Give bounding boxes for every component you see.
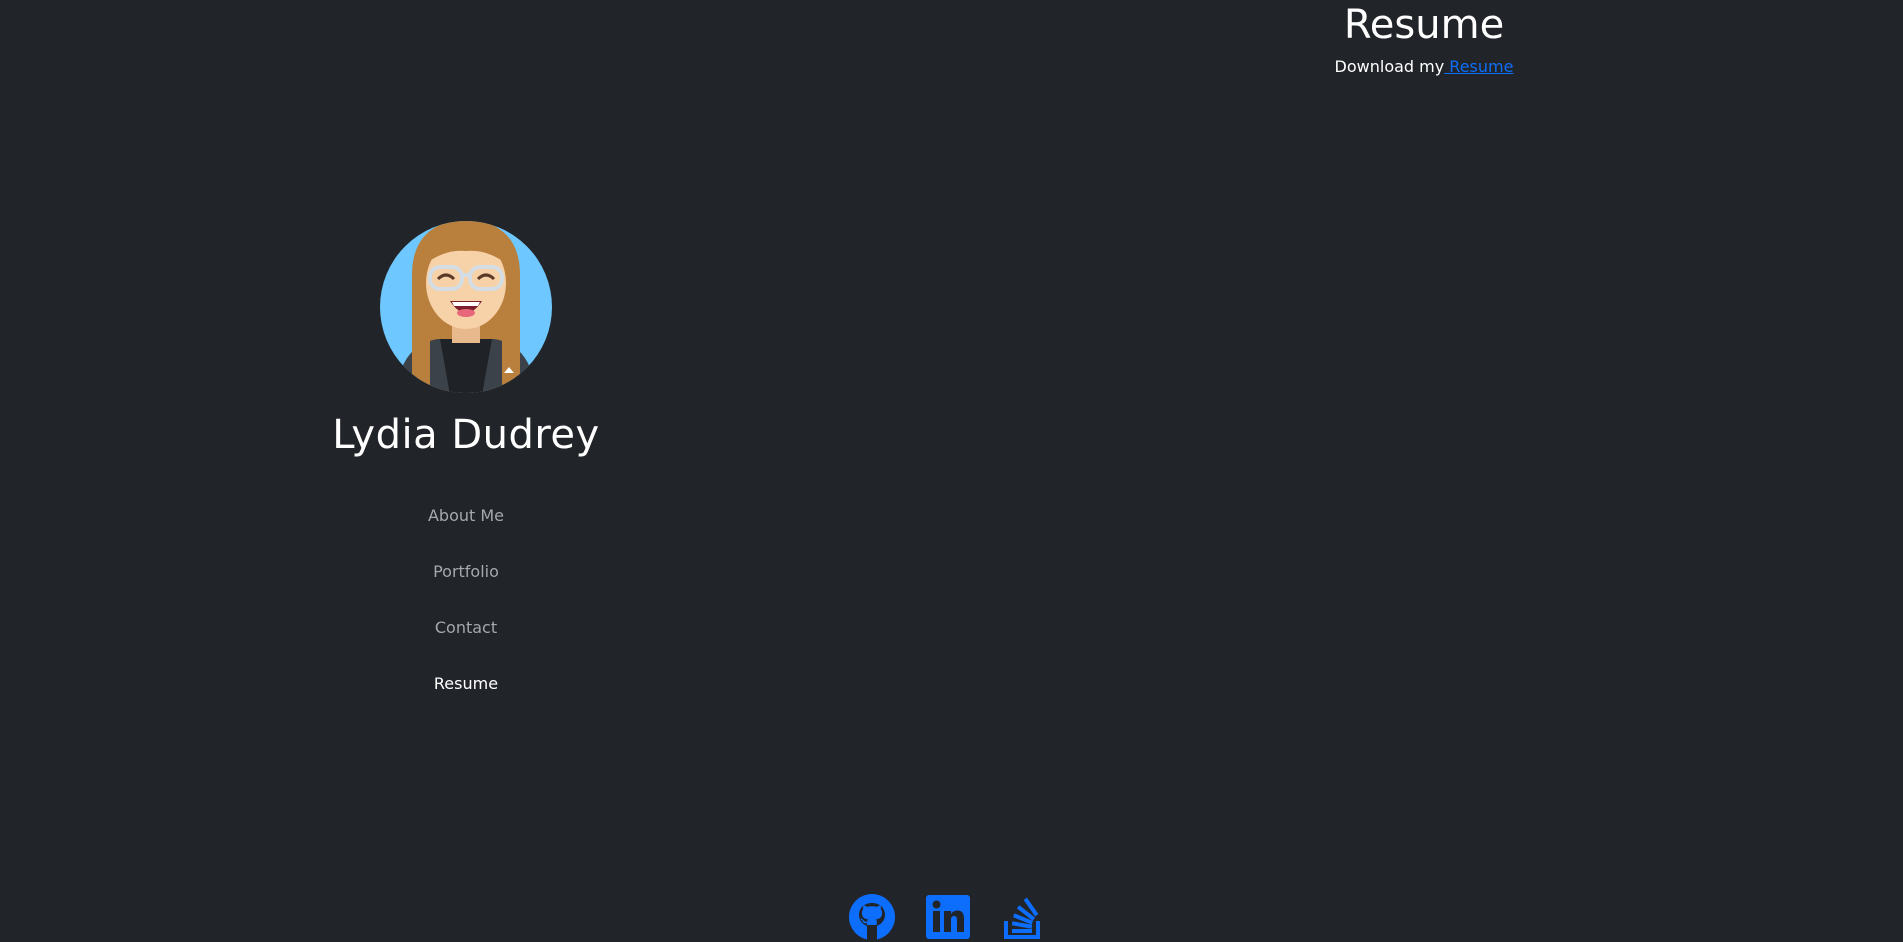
github-icon: [849, 894, 895, 941]
nav-item-contact: Contact: [435, 599, 497, 655]
profile-name: Lydia Dudrey: [332, 412, 600, 458]
nav-item-about: About Me: [428, 487, 504, 543]
stackoverflow-link[interactable]: [1000, 892, 1048, 942]
page: Lydia Dudrey About Me Portfolio Contact …: [0, 0, 1903, 942]
github-link[interactable]: [848, 892, 896, 942]
stackoverflow-icon: [1004, 897, 1040, 939]
nav-item-resume: Resume: [434, 655, 498, 711]
avatar: [380, 221, 552, 393]
nav-item-portfolio: Portfolio: [433, 543, 499, 599]
download-text: Download my: [1334, 57, 1445, 76]
nav-link-portfolio[interactable]: Portfolio: [433, 562, 499, 581]
linkedin-link[interactable]: [924, 892, 972, 942]
linkedin-icon: [926, 895, 970, 939]
nav-link-resume[interactable]: Resume: [434, 674, 498, 693]
sidebar: Lydia Dudrey About Me Portfolio Contact …: [326, 205, 606, 711]
main-nav: About Me Portfolio Contact Resume: [428, 487, 504, 711]
download-line: Download my Resume: [1300, 57, 1548, 76]
resume-section: Resume Download my Resume: [1300, 0, 1548, 76]
social-footer: [848, 892, 1048, 942]
resume-download-link[interactable]: Resume: [1444, 57, 1513, 76]
nav-link-contact[interactable]: Contact: [435, 618, 497, 637]
nav-link-about-me[interactable]: About Me: [428, 506, 504, 525]
page-title: Resume: [1343, 2, 1505, 48]
